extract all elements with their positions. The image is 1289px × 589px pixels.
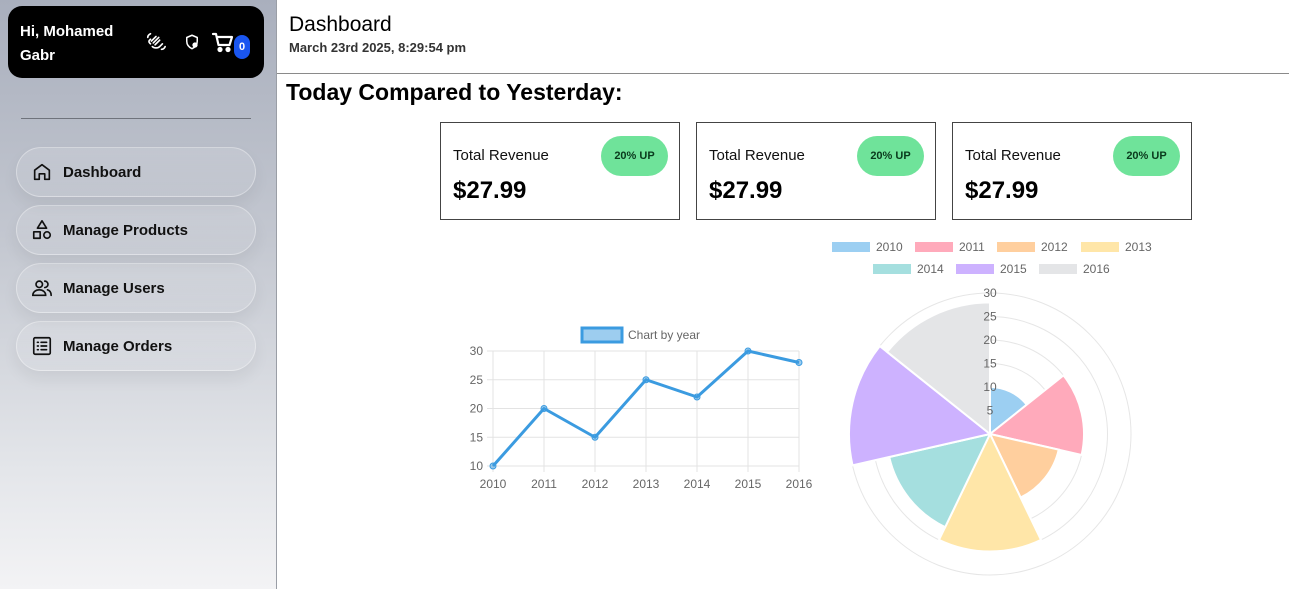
sidebar-item-label: Dashboard — [63, 163, 142, 181]
card-label: Total Revenue — [965, 147, 1061, 164]
shield-icon[interactable] — [183, 33, 201, 51]
y-tick-label: 15 — [470, 430, 484, 444]
legend-label: 2014 — [917, 262, 944, 276]
data-point — [591, 433, 599, 441]
sidebar-item-manage-orders[interactable]: Manage Orders — [16, 321, 256, 371]
r-tick-label: 20 — [983, 333, 997, 347]
legend-swatch — [1039, 264, 1077, 274]
line-chart: Chart by year 10 15 20 25 30 2010 2011 2012 2013 2… — [470, 326, 813, 491]
data-point — [489, 462, 497, 470]
card-value: $27.99 — [965, 177, 1039, 204]
x-tick-label: 2014 — [684, 477, 711, 491]
sidebar-item-label: Manage Orders — [63, 337, 173, 355]
card-label: Total Revenue — [709, 147, 805, 164]
card-label: Total Revenue — [453, 147, 549, 164]
legend-label: 2015 — [1000, 262, 1027, 276]
cart-count-badge: 0 — [234, 35, 250, 59]
current-datetime: March 23rd 2025, 8:29:54 pm — [289, 40, 467, 55]
r-tick-label: 5 — [987, 404, 994, 418]
polar-area-chart: 2010 2011 2012 2013 2014 2015 2016 5 10 15 20 25 30 — [832, 240, 1152, 576]
x-tick-label: 2013 — [633, 477, 660, 491]
wave-hand-icon[interactable] — [145, 31, 167, 53]
section-title: Today Compared to Yesterday: — [286, 79, 623, 105]
revenue-card: Total Revenue 20% UP $27.99 — [952, 122, 1192, 220]
r-tick-label: 15 — [983, 357, 997, 371]
trend-badge: 20% UP — [857, 136, 924, 176]
user-card: Hi, Mohamed Gabr 0 — [8, 6, 264, 78]
trend-badge: 20% UP — [601, 136, 668, 176]
legend-swatch — [997, 242, 1035, 252]
card-value: $27.99 — [709, 177, 783, 204]
cart-icon[interactable] — [211, 30, 235, 54]
sidebar-item-label: Manage Products — [63, 221, 189, 239]
legend-swatch — [873, 264, 911, 274]
legend-label: 2016 — [1083, 262, 1110, 276]
r-tick-label: 30 — [983, 286, 997, 300]
data-point — [642, 376, 650, 384]
list-icon — [32, 336, 52, 356]
x-tick-label: 2016 — [786, 477, 813, 491]
revenue-card: Total Revenue 20% UP $27.99 — [440, 122, 680, 220]
home-icon — [33, 163, 51, 181]
data-point — [540, 405, 548, 412]
x-tick-label: 2011 — [531, 477, 557, 491]
sidebar-item-manage-products[interactable]: Manage Products — [16, 205, 256, 255]
sidebar-item-dashboard[interactable]: Dashboard — [16, 147, 256, 197]
y-tick-label: 25 — [470, 373, 484, 387]
revenue-card: Total Revenue 20% UP $27.99 — [696, 122, 936, 220]
sidebar-item-manage-users[interactable]: Manage Users — [16, 263, 256, 313]
trend-badge: 20% UP — [1113, 136, 1180, 176]
data-point — [744, 347, 752, 355]
legend-swatch — [1081, 242, 1119, 252]
page-title: Dashboard — [289, 13, 392, 36]
header-divider — [277, 73, 1289, 74]
r-tick-label: 10 — [983, 380, 997, 394]
x-tick-label: 2010 — [480, 477, 507, 491]
sidebar-item-label: Manage Users — [63, 279, 165, 297]
y-tick-label: 30 — [470, 344, 484, 358]
legend-label: 2010 — [876, 240, 903, 254]
x-tick-label: 2012 — [582, 477, 609, 491]
y-tick-label: 20 — [470, 402, 484, 416]
user-greeting: Hi, Mohamed Gabr — [20, 23, 114, 64]
r-tick-label: 25 — [983, 310, 997, 324]
legend-label: 2011 — [959, 240, 985, 254]
data-point — [693, 393, 701, 401]
legend-swatch — [915, 242, 953, 252]
legend-swatch — [956, 264, 994, 274]
data-point — [795, 359, 803, 366]
sidebar-divider — [21, 118, 251, 119]
app: Hi, Mohamed Gabr 0 Dashboard Manage Prod… — [0, 0, 1289, 589]
legend-label: Chart by year — [628, 328, 700, 342]
sidebar: Hi, Mohamed Gabr 0 Dashboard Manage Prod… — [0, 0, 277, 589]
card-value: $27.99 — [453, 177, 527, 204]
y-tick-label: 10 — [470, 459, 484, 473]
legend-swatch — [832, 242, 870, 252]
users-icon — [32, 280, 52, 297]
legend-swatch — [580, 326, 624, 344]
legend-label: 2012 — [1041, 240, 1068, 254]
x-tick-label: 2015 — [735, 477, 762, 491]
shapes-icon — [32, 220, 52, 240]
legend-label: 2013 — [1125, 240, 1152, 254]
